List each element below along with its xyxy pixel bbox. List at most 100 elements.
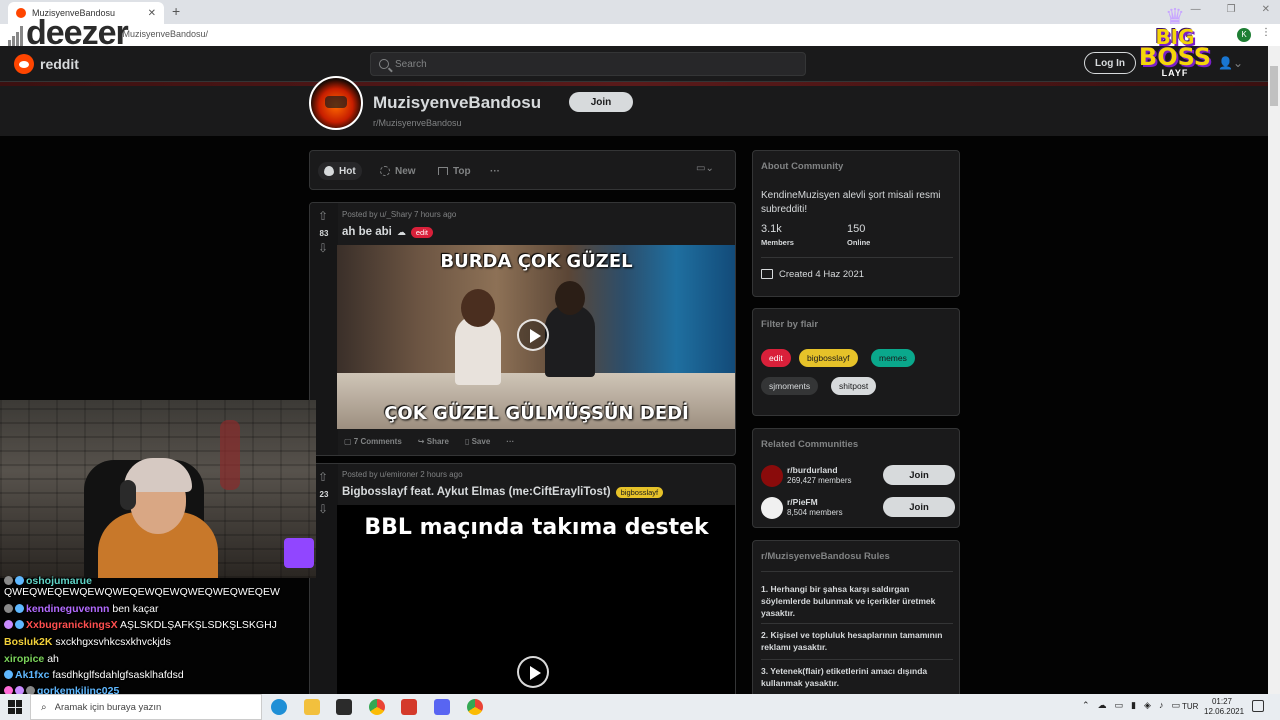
scrollbar-thumb[interactable] (1270, 66, 1278, 106)
chat-text: sxckhgxsvhkcsxkhvckjds (55, 636, 171, 648)
onedrive-icon[interactable]: ☁ (1098, 700, 1107, 711)
join-piefm-button[interactable]: Join (883, 497, 955, 517)
emoji-icon: ☁ (396, 226, 406, 237)
view-layout-icon[interactable]: ▭⌄ (696, 163, 714, 174)
mic-icon[interactable]: ▮ (1131, 700, 1136, 711)
volume-icon[interactable]: ♪ (1159, 700, 1164, 711)
notification-center-icon[interactable] (1252, 700, 1264, 712)
post-title[interactable]: ah be abi ☁ edit (342, 226, 433, 238)
related-community-name[interactable]: r/burdurland (787, 465, 838, 475)
browser-profile-avatar[interactable]: K (1237, 28, 1251, 42)
flair-filter-memes[interactable]: memes (871, 349, 915, 367)
flair-filter-edit[interactable]: edit (761, 349, 791, 367)
post-title-text[interactable]: Bigbosslayf feat. Aykut Elmas (me:CiftEr… (342, 486, 611, 498)
post-card[interactable]: ⇧ 23 ⇩ Posted by u/emironer 2 hours ago … (309, 463, 736, 703)
sort-hot-label: Hot (339, 165, 356, 177)
language-indicator[interactable]: TUR (1182, 702, 1198, 711)
chrome-icon[interactable] (369, 699, 385, 715)
upvote-icon[interactable]: ⇧ (318, 209, 328, 223)
flair-filter-card: Filter by flair edit bigbosslayf memes s… (752, 308, 960, 416)
discord-icon[interactable] (434, 699, 450, 715)
top-chart-icon (438, 167, 448, 175)
sort-top-tab[interactable]: Top (432, 162, 477, 180)
shield-icon[interactable]: ◈ (1144, 700, 1151, 711)
chat-username: XxbugranickingsX (26, 619, 118, 631)
edge-icon[interactable] (271, 699, 287, 715)
chat-text: QWEQWEQEWQEWQWEQEWQEWQWEQWEQWEQEW (4, 586, 280, 598)
search-bar[interactable] (370, 52, 806, 76)
chat-message: kendineguvennn ben kaçar (4, 603, 158, 615)
rule-item[interactable]: 2. Kişisel ve topluluk hesaplarının tama… (761, 629, 953, 653)
sort-new-label: New (395, 165, 416, 177)
downvote-icon[interactable]: ⇩ (318, 502, 328, 516)
taskbar-search-input[interactable] (54, 701, 245, 713)
chat-message: Ak1fxc fasdhkglfsdahlgfsasklhafdsd (4, 669, 184, 681)
post-video-thumbnail[interactable]: BURDA ÇOK GÜZEL ÇOK GÜZEL GÜLMÜŞSÜN DEDİ (337, 245, 735, 429)
rules-title: r/MuzisyenveBandosu Rules (761, 551, 890, 562)
store-icon[interactable] (336, 699, 352, 715)
chat-badge-icon (4, 620, 13, 629)
taskbar-search-icon: ⌕ (41, 701, 47, 713)
flair-filter-sjmoments[interactable]: sjmoments (761, 377, 819, 395)
vote-count: 83 (319, 229, 329, 238)
bigboss-line2: BOSS (1138, 43, 1212, 71)
login-button[interactable]: Log In (1084, 52, 1136, 74)
chrome-icon[interactable] (467, 699, 483, 715)
system-tray: ⌃ ☁ ▭ ▮ ◈ ♪ ▭ (1082, 700, 1180, 711)
burdurland-avatar (761, 465, 783, 487)
save-button[interactable]: ▯ Save (465, 437, 490, 446)
join-community-button[interactable]: Join (569, 92, 633, 112)
clock-date: 12.06.2021 (1204, 707, 1245, 716)
reddit-logo-icon[interactable] (14, 54, 34, 74)
play-icon[interactable] (517, 319, 549, 351)
sort-new-tab[interactable]: New (374, 162, 422, 180)
address-bar[interactable]: /MuzisyenveBandosu/ (0, 24, 1280, 46)
rule-item[interactable]: 3. Yetenek(flair) etiketlerini amacı dış… (761, 665, 953, 689)
post-video[interactable]: BBL maçında takıma destek (337, 505, 735, 702)
page-scrollbar[interactable] (1268, 46, 1280, 694)
user-menu-icon[interactable]: 👤⌄ (1218, 56, 1243, 70)
tab-close-icon[interactable]: ✕ (148, 8, 156, 19)
clock[interactable]: 01:27 12.06.2021 (1204, 697, 1245, 717)
about-title: About Community (761, 161, 844, 172)
upvote-icon[interactable]: ⇧ (318, 470, 328, 484)
new-tab-icon[interactable]: + (172, 3, 180, 19)
flair-filter-bigbosslayf[interactable]: bigbosslayf (799, 349, 858, 367)
rule-item[interactable]: 1. Herhangi bir şahsa karşı saldırgan sö… (761, 583, 953, 619)
divider (761, 623, 953, 624)
reddit-header: reddit Log In 👤⌄ (0, 46, 1268, 82)
reddit-wordmark[interactable]: reddit (40, 56, 79, 72)
related-community-name[interactable]: r/PieFM (787, 497, 818, 507)
share-button[interactable]: ↪ Share (418, 437, 449, 446)
join-burdurland-button[interactable]: Join (883, 465, 955, 485)
maximize-icon[interactable]: ❐ (1227, 4, 1236, 15)
sort-more-button[interactable]: ··· (484, 162, 506, 180)
tray-chevron-icon[interactable]: ⌃ (1082, 700, 1090, 711)
comments-button[interactable]: ▢ 7 Comments (344, 437, 402, 446)
chat-message: XxbugranickingsX AŞLSKDLŞAFKŞLSDKŞLSKGHJ (4, 619, 277, 631)
flair-filter-shitpost[interactable]: shitpost (831, 377, 877, 395)
sort-hot-tab[interactable]: Hot (318, 162, 362, 180)
battery-icon[interactable]: ▭ (1171, 700, 1180, 711)
search-input[interactable] (395, 58, 775, 70)
play-icon[interactable] (517, 656, 549, 688)
taskbar-search[interactable]: ⌕ (30, 694, 262, 720)
streamlabs-icon[interactable] (401, 699, 417, 715)
downvote-icon[interactable]: ⇩ (318, 241, 328, 255)
post-flair[interactable]: bigbosslayf (615, 486, 664, 498)
post-card[interactable]: ⇧ 83 ⇩ Posted by u/_Shary 7 hours ago ah… (309, 202, 736, 456)
post-flair[interactable]: edit (410, 226, 433, 238)
created-date: Created 4 Haz 2021 (779, 269, 865, 280)
browser-menu-icon[interactable]: ⋮ (1261, 27, 1271, 38)
share-label: Share (426, 437, 449, 446)
post-title[interactable]: Bigbosslayf feat. Aykut Elmas (me:CiftEr… (342, 486, 664, 498)
network-icon[interactable]: ▭ (1115, 700, 1124, 711)
file-explorer-icon[interactable] (304, 699, 320, 715)
window-close-icon[interactable]: ✕ (1262, 4, 1270, 15)
deezer-wordmark: deezer (26, 14, 129, 52)
windows-start-icon[interactable] (8, 700, 22, 714)
post-title-text[interactable]: ah be abi (342, 226, 392, 238)
community-title: MuzisyenveBandosu (373, 93, 542, 112)
more-options-button[interactable]: ··· (506, 437, 514, 446)
url-text[interactable]: /MuzisyenveBandosu/ (120, 29, 208, 39)
